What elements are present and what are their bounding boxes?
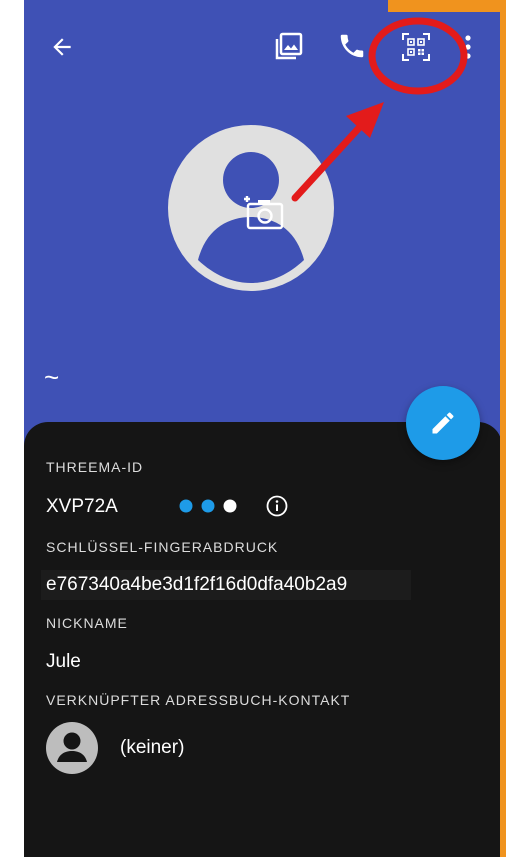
qr-code-icon[interactable] xyxy=(400,31,432,63)
contact-name-display: ~ xyxy=(44,362,60,392)
contact-avatar-icon xyxy=(46,722,98,774)
more-vertical-icon[interactable] xyxy=(460,32,476,62)
add-photo-icon[interactable] xyxy=(240,190,286,232)
phone-icon[interactable] xyxy=(336,31,368,61)
verification-level-indicator xyxy=(179,499,237,513)
frame-edge-right xyxy=(500,0,506,857)
info-icon[interactable] xyxy=(266,495,288,517)
fingerprint-label: SCHLÜSSEL-FINGERABDRUCK xyxy=(46,539,279,555)
linked-contact-value[interactable]: (keiner) xyxy=(120,737,184,759)
arrow-back-icon[interactable] xyxy=(49,34,75,60)
app-screen: ~ THREEMA-ID XVP72A SCHLÜSSEL-FINGERABDR… xyxy=(24,0,502,857)
frame-edge-top xyxy=(388,0,506,12)
threema-id-label: THREEMA-ID xyxy=(46,459,144,475)
verification-dot xyxy=(223,499,237,513)
image-gallery-icon[interactable] xyxy=(274,31,304,61)
verification-dot xyxy=(179,499,193,513)
verification-dot xyxy=(201,499,215,513)
linked-contact-label: VERKNÜPFTER ADRESSBUCH-KONTAKT xyxy=(46,692,351,708)
nickname-value: Jule xyxy=(46,651,81,672)
nickname-label: NICKNAME xyxy=(46,615,128,631)
fingerprint-value: e767340a4be3d1f2f16d0dfa40b2a9 xyxy=(46,574,348,595)
edit-button[interactable] xyxy=(406,386,480,460)
profile-details-card xyxy=(24,422,502,857)
pencil-icon xyxy=(432,412,454,434)
threema-id-value: XVP72A xyxy=(46,496,118,517)
